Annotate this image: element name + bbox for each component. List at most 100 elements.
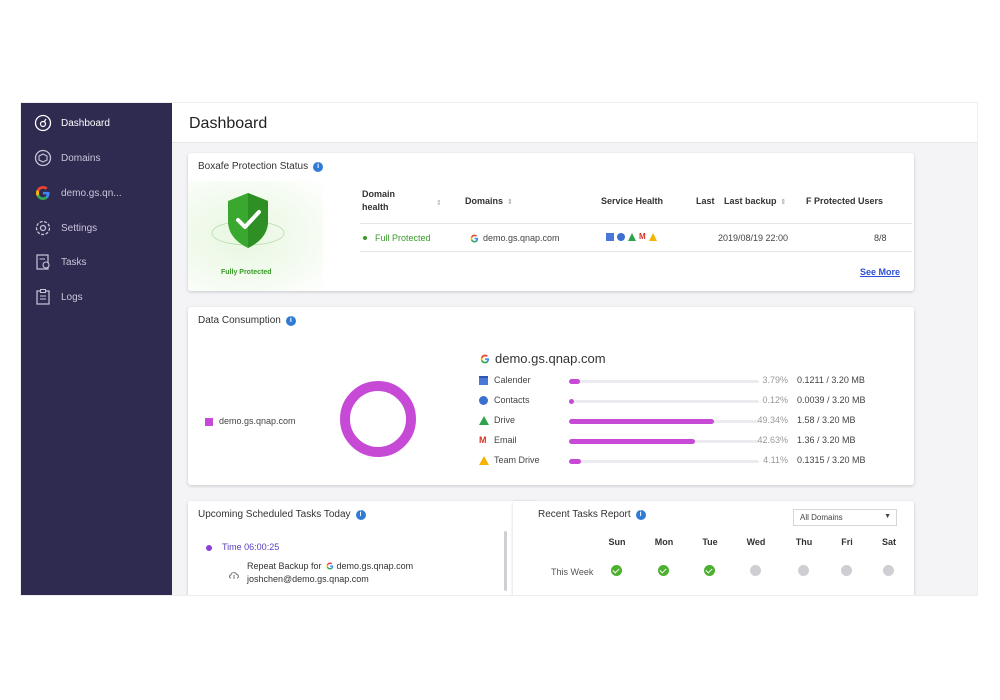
domain-filter-select[interactable]: All Domains ▼ <box>793 509 897 526</box>
col-label: Domain health <box>362 189 396 212</box>
usage-bar-fill <box>569 439 695 444</box>
week-label: This Week <box>551 567 594 577</box>
protection-status-card: Boxafe Protection Status i Fully Protect… <box>188 153 914 291</box>
service-name: Calender <box>494 375 531 385</box>
status-dot[interactable] <box>658 595 669 596</box>
sidebar-item-settings[interactable]: Settings <box>33 217 168 239</box>
sidebar-item-label: Settings <box>61 222 98 234</box>
drive-icon <box>628 233 636 241</box>
data-consumption-title: Data Consumption <box>198 315 281 326</box>
usage-percent-text: 0.12% <box>762 395 788 405</box>
google-icon <box>480 354 490 364</box>
recent-title: Recent Tasks Report <box>538 509 631 520</box>
col-label: Domains <box>465 196 504 206</box>
scrollbar[interactable] <box>504 531 507 591</box>
caret-down-icon: ▼ <box>884 513 891 520</box>
col-last[interactable]: Last <box>696 196 715 206</box>
service-name: Contacts <box>494 395 530 405</box>
sidebar-item-logs[interactable]: Logs <box>33 286 168 308</box>
last-backup-value: 2019/08/19 22:00 <box>718 233 789 243</box>
sidebar: Dashboard Domains demo.gs.qn... Settings… <box>21 103 172 595</box>
data-consumption-card: Data Consumption i demo.gs.qnap.com demo… <box>188 307 914 485</box>
info-icon[interactable]: i <box>313 161 324 172</box>
service-row-drive: Drive 49.34% 1.58 / 3.20 MB <box>479 415 899 429</box>
gmail-icon: M <box>639 232 646 241</box>
col-last-backup[interactable]: Last backup ⇕ <box>724 196 786 206</box>
donut-chart <box>340 381 416 457</box>
usage-percent-text: 4.11% <box>763 455 788 465</box>
task-description: Repeat Backup for demo.gs.qnap.com <box>247 561 413 571</box>
team-drive-icon <box>479 456 489 466</box>
page-title: Dashboard <box>189 115 268 132</box>
legend-swatch <box>205 418 213 426</box>
usage-percent-text: 3.79% <box>762 375 788 385</box>
calendar-icon <box>479 376 489 386</box>
divider <box>360 223 912 224</box>
col-service-health[interactable]: Service Health <box>601 196 663 206</box>
info-icon[interactable]: i <box>285 315 296 326</box>
status-dot[interactable] <box>798 595 809 596</box>
day-header: Tue <box>702 537 718 547</box>
card-title: Data Consumption i <box>198 315 296 326</box>
sort-icon[interactable]: ⇕ <box>436 199 442 207</box>
sidebar-item-domains[interactable]: Domains <box>33 147 168 169</box>
shield-area: Fully Protected <box>188 181 323 291</box>
see-more-link[interactable]: See More <box>860 267 900 277</box>
no-task-dot[interactable] <box>883 565 894 576</box>
sidebar-item-label: Domains <box>61 152 101 164</box>
usage-bar <box>569 419 759 424</box>
drive-icon <box>479 416 489 426</box>
status-dot[interactable] <box>883 595 894 596</box>
team-drive-icon <box>648 233 657 241</box>
tasks-icon <box>33 252 53 272</box>
status-dot[interactable] <box>704 595 715 596</box>
no-task-dot[interactable] <box>798 565 809 576</box>
day-header: Fri <box>841 537 853 547</box>
col-domains[interactable]: Domains ⇕ <box>465 196 513 206</box>
dashboard-icon <box>33 113 53 133</box>
row-domain[interactable]: demo.gs.qnap.com <box>470 233 560 243</box>
google-icon <box>470 234 479 243</box>
usage-bar-fill <box>569 459 581 464</box>
shield-label: Fully Protected <box>221 269 272 276</box>
success-check-icon[interactable] <box>704 565 715 576</box>
status-dot[interactable] <box>841 595 852 596</box>
sidebar-item-dashboard[interactable]: Dashboard <box>33 112 168 134</box>
google-icon <box>326 562 334 570</box>
col-label: Last backup <box>724 196 777 206</box>
main-content: Dashboard Boxafe Protection Status i Ful… <box>172 103 977 596</box>
day-header: Wed <box>746 537 766 547</box>
status-dot-icon <box>363 236 367 240</box>
success-check-icon[interactable] <box>611 565 622 576</box>
shield-icon <box>211 193 285 248</box>
usage-bar <box>569 399 759 404</box>
sidebar-item-label: demo.gs.qn... <box>61 187 122 199</box>
usage-size: 0.1211 / 3.20 MB <box>797 375 865 385</box>
col-domain-health[interactable]: Domain health <box>362 188 402 214</box>
info-icon[interactable]: i <box>635 509 646 520</box>
google-icon <box>33 183 53 203</box>
day-header: Mon <box>654 537 674 547</box>
gear-icon <box>33 218 53 238</box>
consumption-domain: demo.gs.qnap.com <box>480 351 606 366</box>
no-task-dot[interactable] <box>750 565 761 576</box>
timeline-dot <box>206 545 212 551</box>
status-dot[interactable] <box>611 595 622 596</box>
upcoming-title: Upcoming Scheduled Tasks Today <box>198 509 351 520</box>
card-title: Recent Tasks Report i <box>538 509 646 520</box>
status-dot[interactable] <box>750 595 761 596</box>
header-bar: Dashboard <box>172 103 977 143</box>
info-icon[interactable]: i <box>355 509 366 520</box>
contacts-icon <box>617 233 625 241</box>
day-header: Sat <box>881 537 896 547</box>
logs-icon <box>33 287 53 307</box>
usage-bar <box>569 439 759 444</box>
upcoming-tasks-card: Upcoming Scheduled Tasks Today i Time 06… <box>188 501 538 595</box>
service-name: Drive <box>494 415 516 425</box>
no-task-dot[interactable] <box>841 565 852 576</box>
sidebar-item-tasks[interactable]: Tasks <box>33 251 168 273</box>
success-check-icon[interactable] <box>658 565 669 576</box>
col-protected-users[interactable]: F Protected Users <box>806 196 883 206</box>
sidebar-item-demo-domain[interactable]: demo.gs.qn... <box>33 182 168 204</box>
sort-icon: ⇕ <box>507 199 513 206</box>
